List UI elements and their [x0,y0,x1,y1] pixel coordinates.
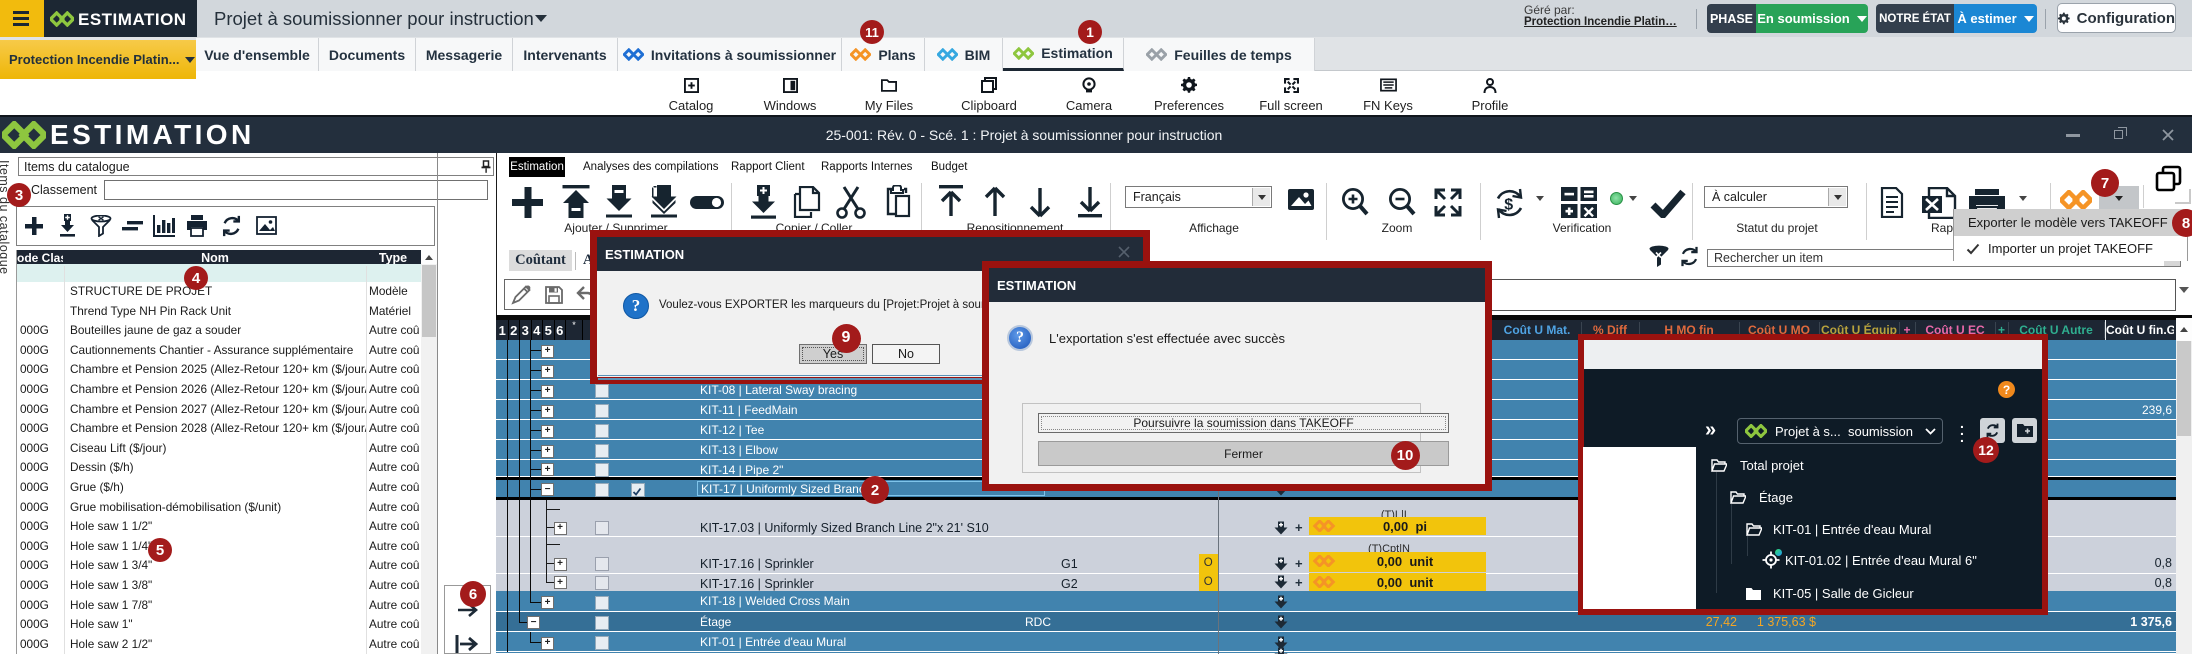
svg-text:$: $ [1504,197,1513,214]
